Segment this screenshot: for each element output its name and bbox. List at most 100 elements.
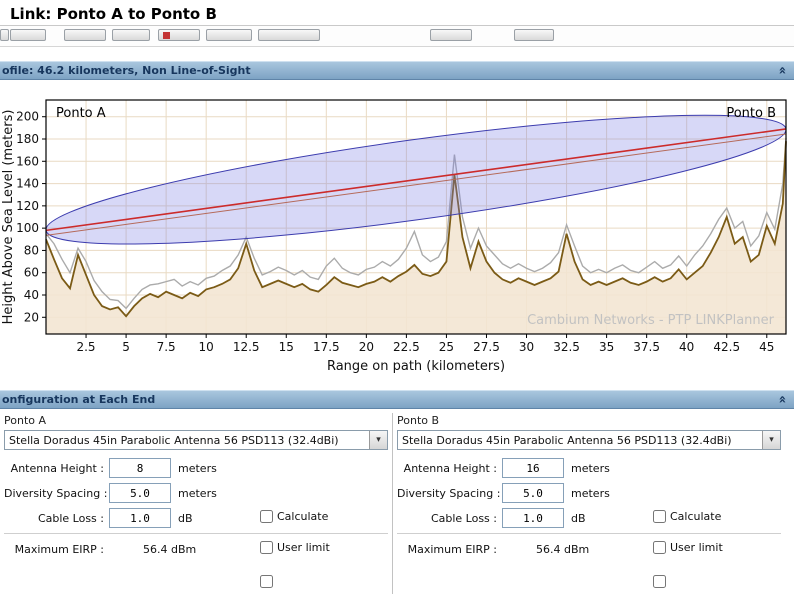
config-section: Ponto A Stella Doradus 45in Parabolic An… <box>0 409 794 594</box>
collapse-chevron-icon[interactable]: « <box>775 66 788 74</box>
collapse-chevron-icon[interactable]: « <box>775 395 788 403</box>
svg-text:100: 100 <box>16 221 39 235</box>
red-icon <box>163 32 170 39</box>
cable-loss-label: Cable Loss : <box>397 512 502 525</box>
svg-text:37.5: 37.5 <box>633 340 660 354</box>
antenna-height-label: Antenna Height : <box>4 462 109 475</box>
partial-checkbox-input[interactable] <box>260 575 273 588</box>
user-limit-checkbox-input[interactable] <box>653 541 666 554</box>
antenna-height-row: Antenna Height : meters <box>4 458 388 478</box>
config-section-header[interactable]: onfiguration at Each End « <box>0 390 794 409</box>
partial-checkbox[interactable] <box>653 575 666 588</box>
toolbar-button[interactable] <box>514 29 554 41</box>
max-eirp-label: Maximum EIRP : <box>397 543 502 556</box>
svg-text:42.5: 42.5 <box>713 340 740 354</box>
user-limit-label: User limit <box>670 541 723 554</box>
svg-text:45: 45 <box>759 340 774 354</box>
divider <box>4 533 388 534</box>
divider <box>397 533 781 534</box>
diversity-spacing-label: Diversity Spacing : <box>4 487 109 500</box>
user-limit-checkbox-input[interactable] <box>260 541 273 554</box>
calculate-label: Calculate <box>670 510 721 523</box>
svg-text:22.5: 22.5 <box>393 340 420 354</box>
toolbar-button[interactable] <box>64 29 106 41</box>
end-name: Ponto B <box>397 414 781 427</box>
svg-text:160: 160 <box>16 154 39 168</box>
toolbar-button[interactable] <box>258 29 320 41</box>
svg-text:Range on path (kilometers): Range on path (kilometers) <box>327 359 505 374</box>
antenna-height-input[interactable] <box>502 458 564 478</box>
toolbar-button[interactable] <box>206 29 252 41</box>
end-name: Ponto A <box>4 414 388 427</box>
profile-chart-section: 2.557.51012.51517.52022.52527.53032.5353… <box>0 80 794 390</box>
end-panel-a: Ponto A Stella Doradus 45in Parabolic An… <box>0 411 392 594</box>
partial-checkbox-input[interactable] <box>653 575 666 588</box>
user-limit-checkbox[interactable]: User limit <box>653 541 723 554</box>
calculate-checkbox-input[interactable] <box>260 510 273 523</box>
max-eirp-value: 56.4 dBm <box>536 543 589 556</box>
max-eirp-label: Maximum EIRP : <box>4 543 109 556</box>
svg-text:180: 180 <box>16 132 39 146</box>
toolbar-button[interactable] <box>10 29 46 41</box>
antenna-height-label: Antenna Height : <box>397 462 502 475</box>
toolbar-button[interactable] <box>158 29 200 41</box>
svg-text:140: 140 <box>16 177 39 191</box>
unit-label: dB <box>571 512 586 525</box>
unit-label: meters <box>178 462 217 475</box>
max-eirp-row: Maximum EIRP : 56.4 dBm User limit <box>4 539 388 559</box>
svg-text:25: 25 <box>439 340 454 354</box>
svg-text:80: 80 <box>24 243 39 257</box>
svg-text:20: 20 <box>24 310 39 324</box>
dropdown-arrow-icon[interactable]: ▾ <box>762 431 780 449</box>
max-eirp-value: 56.4 dBm <box>143 543 196 556</box>
calculate-checkbox-input[interactable] <box>653 510 666 523</box>
calculate-checkbox[interactable]: Calculate <box>653 510 721 523</box>
calculate-checkbox[interactable]: Calculate <box>260 510 328 523</box>
svg-text:12.5: 12.5 <box>233 340 260 354</box>
svg-text:200: 200 <box>16 110 39 124</box>
svg-text:Cambium Networks - PTP LINKPla: Cambium Networks - PTP LINKPlanner <box>527 313 775 328</box>
diversity-spacing-input[interactable] <box>109 483 171 503</box>
svg-text:7.5: 7.5 <box>157 340 176 354</box>
diversity-spacing-row: Diversity Spacing : meters <box>397 483 781 503</box>
diversity-spacing-label: Diversity Spacing : <box>397 487 502 500</box>
antenna-select[interactable]: Stella Doradus 45in Parabolic Antenna 56… <box>397 430 781 450</box>
antenna-select[interactable]: Stella Doradus 45in Parabolic Antenna 56… <box>4 430 388 450</box>
diversity-spacing-input[interactable] <box>502 483 564 503</box>
toolbar-button[interactable] <box>430 29 472 41</box>
svg-text:Ponto A: Ponto A <box>56 106 106 121</box>
user-limit-label: User limit <box>277 541 330 554</box>
dropdown-arrow-icon[interactable]: ▾ <box>369 431 387 449</box>
config-section-title: onfiguration at Each End <box>2 393 155 406</box>
svg-text:120: 120 <box>16 199 39 213</box>
svg-text:30: 30 <box>519 340 534 354</box>
svg-text:5: 5 <box>122 340 130 354</box>
antenna-height-row: Antenna Height : meters <box>397 458 781 478</box>
diversity-spacing-row: Diversity Spacing : meters <box>4 483 388 503</box>
svg-text:40: 40 <box>24 288 39 302</box>
unit-label: meters <box>571 462 610 475</box>
profile-chart: 2.557.51012.51517.52022.52527.53032.5353… <box>0 86 794 390</box>
svg-text:17.5: 17.5 <box>313 340 340 354</box>
svg-text:40: 40 <box>679 340 694 354</box>
toolbar-button[interactable] <box>112 29 150 41</box>
cable-loss-row: Cable Loss : dB Calculate <box>397 508 781 528</box>
antenna-height-input[interactable] <box>109 458 171 478</box>
profile-section-header[interactable]: ofile: 46.2 kilometers, Non Line-of-Sigh… <box>0 61 794 80</box>
svg-text:32.5: 32.5 <box>553 340 580 354</box>
toolbar-edge-button[interactable] <box>0 29 9 41</box>
max-eirp-row: Maximum EIRP : 56.4 dBm User limit <box>397 539 781 559</box>
cable-loss-input[interactable] <box>502 508 564 528</box>
unit-label: dB <box>178 512 193 525</box>
user-limit-checkbox[interactable]: User limit <box>260 541 330 554</box>
calculate-label: Calculate <box>277 510 328 523</box>
antenna-select-value: Stella Doradus 45in Parabolic Antenna 56… <box>398 434 762 447</box>
cable-loss-input[interactable] <box>109 508 171 528</box>
svg-text:27.5: 27.5 <box>473 340 500 354</box>
cable-loss-label: Cable Loss : <box>4 512 109 525</box>
svg-text:2.5: 2.5 <box>76 340 95 354</box>
unit-label: meters <box>571 487 610 500</box>
partial-checkbox[interactable] <box>260 575 273 588</box>
cable-loss-row: Cable Loss : dB Calculate <box>4 508 388 528</box>
svg-text:35: 35 <box>599 340 614 354</box>
